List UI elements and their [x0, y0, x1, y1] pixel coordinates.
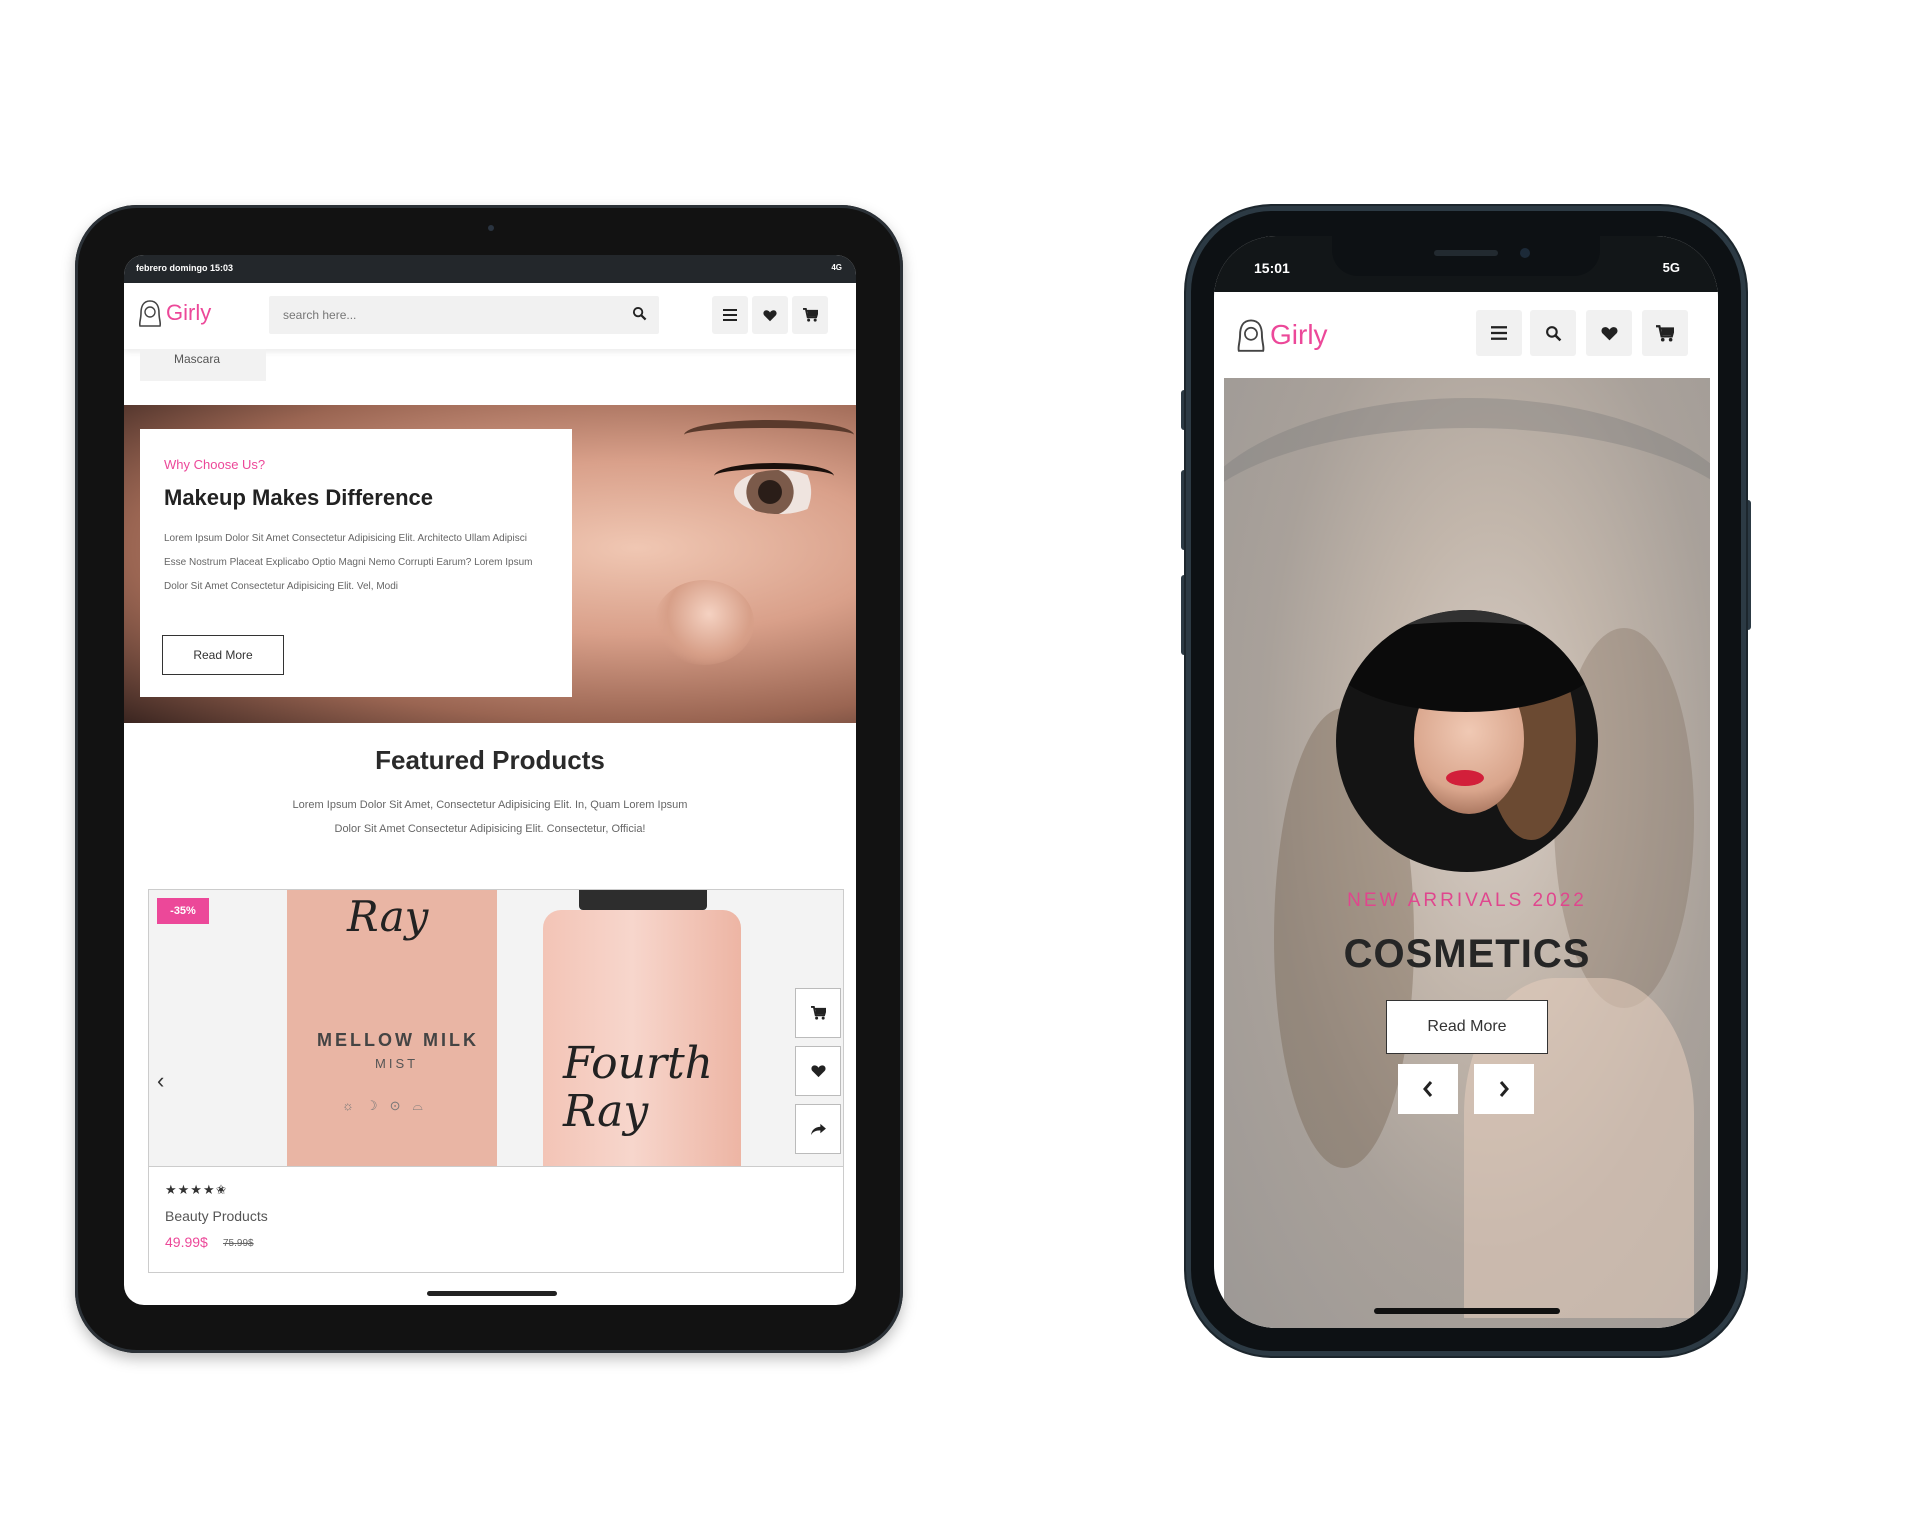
hero-body: Lorem Ipsum Dolor Sit Amet Consectetur A… [164, 533, 533, 592]
phone-logo-text: Girly [1270, 319, 1328, 350]
hero-title: Makeup Makes Difference [164, 485, 433, 510]
phone-notch [1332, 236, 1600, 276]
phone-screen: 15:01 5G Girly NEW ARRIVALS 2022 COSMETI… [1214, 236, 1718, 1328]
hero-kicker: Why Choose Us? [164, 457, 266, 472]
menu-icon[interactable] [1476, 310, 1522, 356]
portrait-hat [1336, 610, 1598, 712]
chevron-left-icon[interactable]: ‹ [157, 1068, 164, 1094]
box-symbols: ☼☽⊙⌓ [342, 1098, 435, 1113]
heart-icon [810, 1065, 826, 1078]
phone-device: 15:01 5G Girly NEW ARRIVALS 2022 COSMETI… [1186, 206, 1746, 1356]
dropdown-item-mascara[interactable]: Mascara [140, 349, 266, 381]
hero-eyebrow-shape [684, 420, 854, 450]
cart-icon [810, 1006, 826, 1020]
phone-home-indicator [1374, 1308, 1560, 1314]
box-sub-text: MIST [375, 1056, 419, 1071]
heart-icon[interactable] [752, 296, 788, 334]
read-more-button[interactable]: Read More [1386, 1000, 1548, 1054]
product-card[interactable]: Ray MELLOW MILK MIST ☼☽⊙⌓ Fourth Ray -35… [148, 889, 844, 1273]
tablet-status-time: febrero domingo 15:03 [136, 263, 234, 273]
add-to-cart-button[interactable] [795, 988, 841, 1038]
product-box: Ray MELLOW MILK MIST ☼☽⊙⌓ [287, 890, 497, 1166]
tablet-screen: febrero domingo 15:03 4G Girly search he… [124, 255, 856, 1305]
phone-logo[interactable]: Girly [1236, 318, 1328, 352]
hero-kicker: NEW ARRIVALS 2022 [1347, 890, 1587, 911]
portrait-lips [1446, 770, 1484, 786]
tablet-device: febrero domingo 15:03 4G Girly search he… [75, 205, 903, 1353]
featured-products-title: Featured Products [375, 745, 605, 775]
cart-icon[interactable] [1642, 310, 1688, 356]
tablet-home-indicator [427, 1291, 557, 1296]
hero-text-card: Why Choose Us? Makeup Makes Difference L… [140, 429, 572, 697]
product-rating: ★★★★✬ [165, 1182, 228, 1197]
girl-logo-icon [1237, 319, 1265, 352]
tablet-camera [488, 225, 494, 231]
box-name-text: MELLOW MILK [317, 1030, 479, 1050]
tablet-logo[interactable]: Girly [138, 299, 211, 327]
product-old-price: 75.99$ [223, 1238, 254, 1249]
heart-icon[interactable] [1586, 310, 1632, 356]
tablet-status-bar: febrero domingo 15:03 4G [124, 255, 856, 283]
tablet-search-input[interactable]: search here... [269, 296, 659, 334]
bottle-brand-text: Fourth Ray [563, 1038, 714, 1137]
chevron-left-icon[interactable] [1398, 1064, 1458, 1114]
phone-camera [1520, 248, 1530, 258]
phone-hero-banner: NEW ARRIVALS 2022 COSMETICS Read More [1224, 378, 1710, 1328]
product-image[interactable]: Ray MELLOW MILK MIST ☼☽⊙⌓ Fourth Ray -35… [149, 890, 843, 1167]
wishlist-button[interactable] [795, 1046, 841, 1096]
share-button[interactable] [795, 1104, 841, 1154]
box-brand-text: Ray [347, 892, 429, 941]
model-portrait [1336, 610, 1598, 872]
phone-status-signal: 5G [1662, 260, 1680, 275]
hero-eye-shape [734, 470, 824, 514]
search-icon[interactable] [1530, 310, 1576, 356]
tablet-status-signal: 4G [831, 263, 842, 272]
discount-badge: -35% [157, 898, 209, 924]
tablet-hero-banner: Why Choose Us? Makeup Makes Difference L… [124, 405, 856, 723]
product-name[interactable]: Beauty Products [165, 1208, 268, 1224]
product-bottle: Fourth Ray [543, 890, 741, 1166]
menu-icon[interactable] [712, 296, 748, 334]
phone-header: Girly [1214, 292, 1718, 378]
bottle-cap [579, 890, 707, 910]
phone-speaker [1434, 250, 1498, 256]
cart-icon[interactable] [792, 296, 828, 334]
tablet-header: Girly search here... [124, 283, 856, 349]
search-icon[interactable] [632, 306, 647, 325]
dropdown-item-label: Mascara [174, 352, 221, 366]
hero-nose-shape [654, 580, 754, 665]
chevron-right-icon[interactable] [1474, 1064, 1534, 1114]
product-price: 49.99$ [165, 1234, 208, 1250]
hero-title: COSMETICS [1343, 932, 1591, 976]
search-placeholder: search here... [283, 308, 357, 322]
share-icon [810, 1123, 826, 1135]
girl-logo-icon [138, 300, 162, 327]
read-more-button[interactable]: Read More [162, 635, 284, 675]
tablet-logo-text: Girly [166, 300, 212, 325]
phone-status-time: 15:01 [1254, 260, 1290, 276]
featured-products-description: Lorem Ipsum Dolor Sit Amet, Consectetur … [292, 799, 688, 835]
